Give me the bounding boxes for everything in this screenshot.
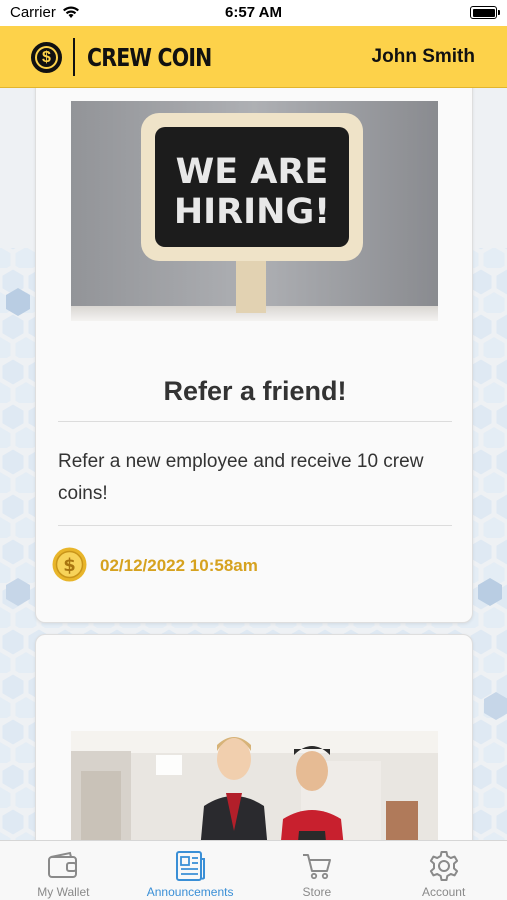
tab-label: Store <box>302 885 332 899</box>
announcement-card[interactable]: WE ARE HIRING! Refer a friend! Refer a n… <box>35 88 473 623</box>
crew-photo-image <box>71 731 438 840</box>
announcement-image <box>71 731 438 840</box>
hiring-sign-image: WE ARE HIRING! <box>71 101 438 321</box>
title-divider <box>58 421 452 422</box>
clock: 6:57 AM <box>225 4 282 21</box>
description-divider <box>58 525 452 526</box>
tab-account[interactable]: Account <box>380 841 507 900</box>
announcement-feed[interactable]: WE ARE HIRING! Refer a friend! Refer a n… <box>0 88 507 840</box>
app-header: $ CREW COIN John Smith <box>0 26 507 88</box>
coin-symbol: $ <box>63 555 76 576</box>
logo-divider <box>73 38 75 76</box>
logo-coin-icon: $ <box>31 42 62 73</box>
tab-announcements[interactable]: Announcements <box>127 841 254 900</box>
tab-label: My Wallet <box>37 885 90 899</box>
status-bar: Carrier 6:57 AM <box>0 0 507 26</box>
coin-icon: $ <box>52 547 87 582</box>
sign-line-1: WE ARE <box>176 152 329 192</box>
announcement-image: WE ARE HIRING! <box>71 101 438 321</box>
logo-coin-symbol: $ <box>35 46 58 69</box>
tab-label: Account <box>421 885 466 899</box>
tab-label: Announcements <box>146 885 234 899</box>
tab-bar: My Wallet Announcements Store Account <box>0 840 507 900</box>
user-name[interactable]: John Smith <box>372 46 475 68</box>
battery-icon <box>470 6 500 19</box>
sign-line-2: HIRING! <box>174 192 330 232</box>
brand-name: CREW COIN <box>87 43 212 72</box>
announcement-date: 02/12/2022 10:58am <box>100 556 258 575</box>
announcement-title: Refer a friend! <box>163 376 347 406</box>
announcement-description: Refer a new employee and receive 10 crew… <box>58 451 424 504</box>
announcement-card[interactable] <box>35 634 473 840</box>
gear-icon <box>429 851 458 881</box>
tab-my-wallet[interactable]: My Wallet <box>0 841 127 900</box>
wallet-icon <box>48 851 78 878</box>
tab-store[interactable]: Store <box>254 841 381 900</box>
cart-icon <box>302 854 331 880</box>
newspaper-icon <box>176 851 206 881</box>
